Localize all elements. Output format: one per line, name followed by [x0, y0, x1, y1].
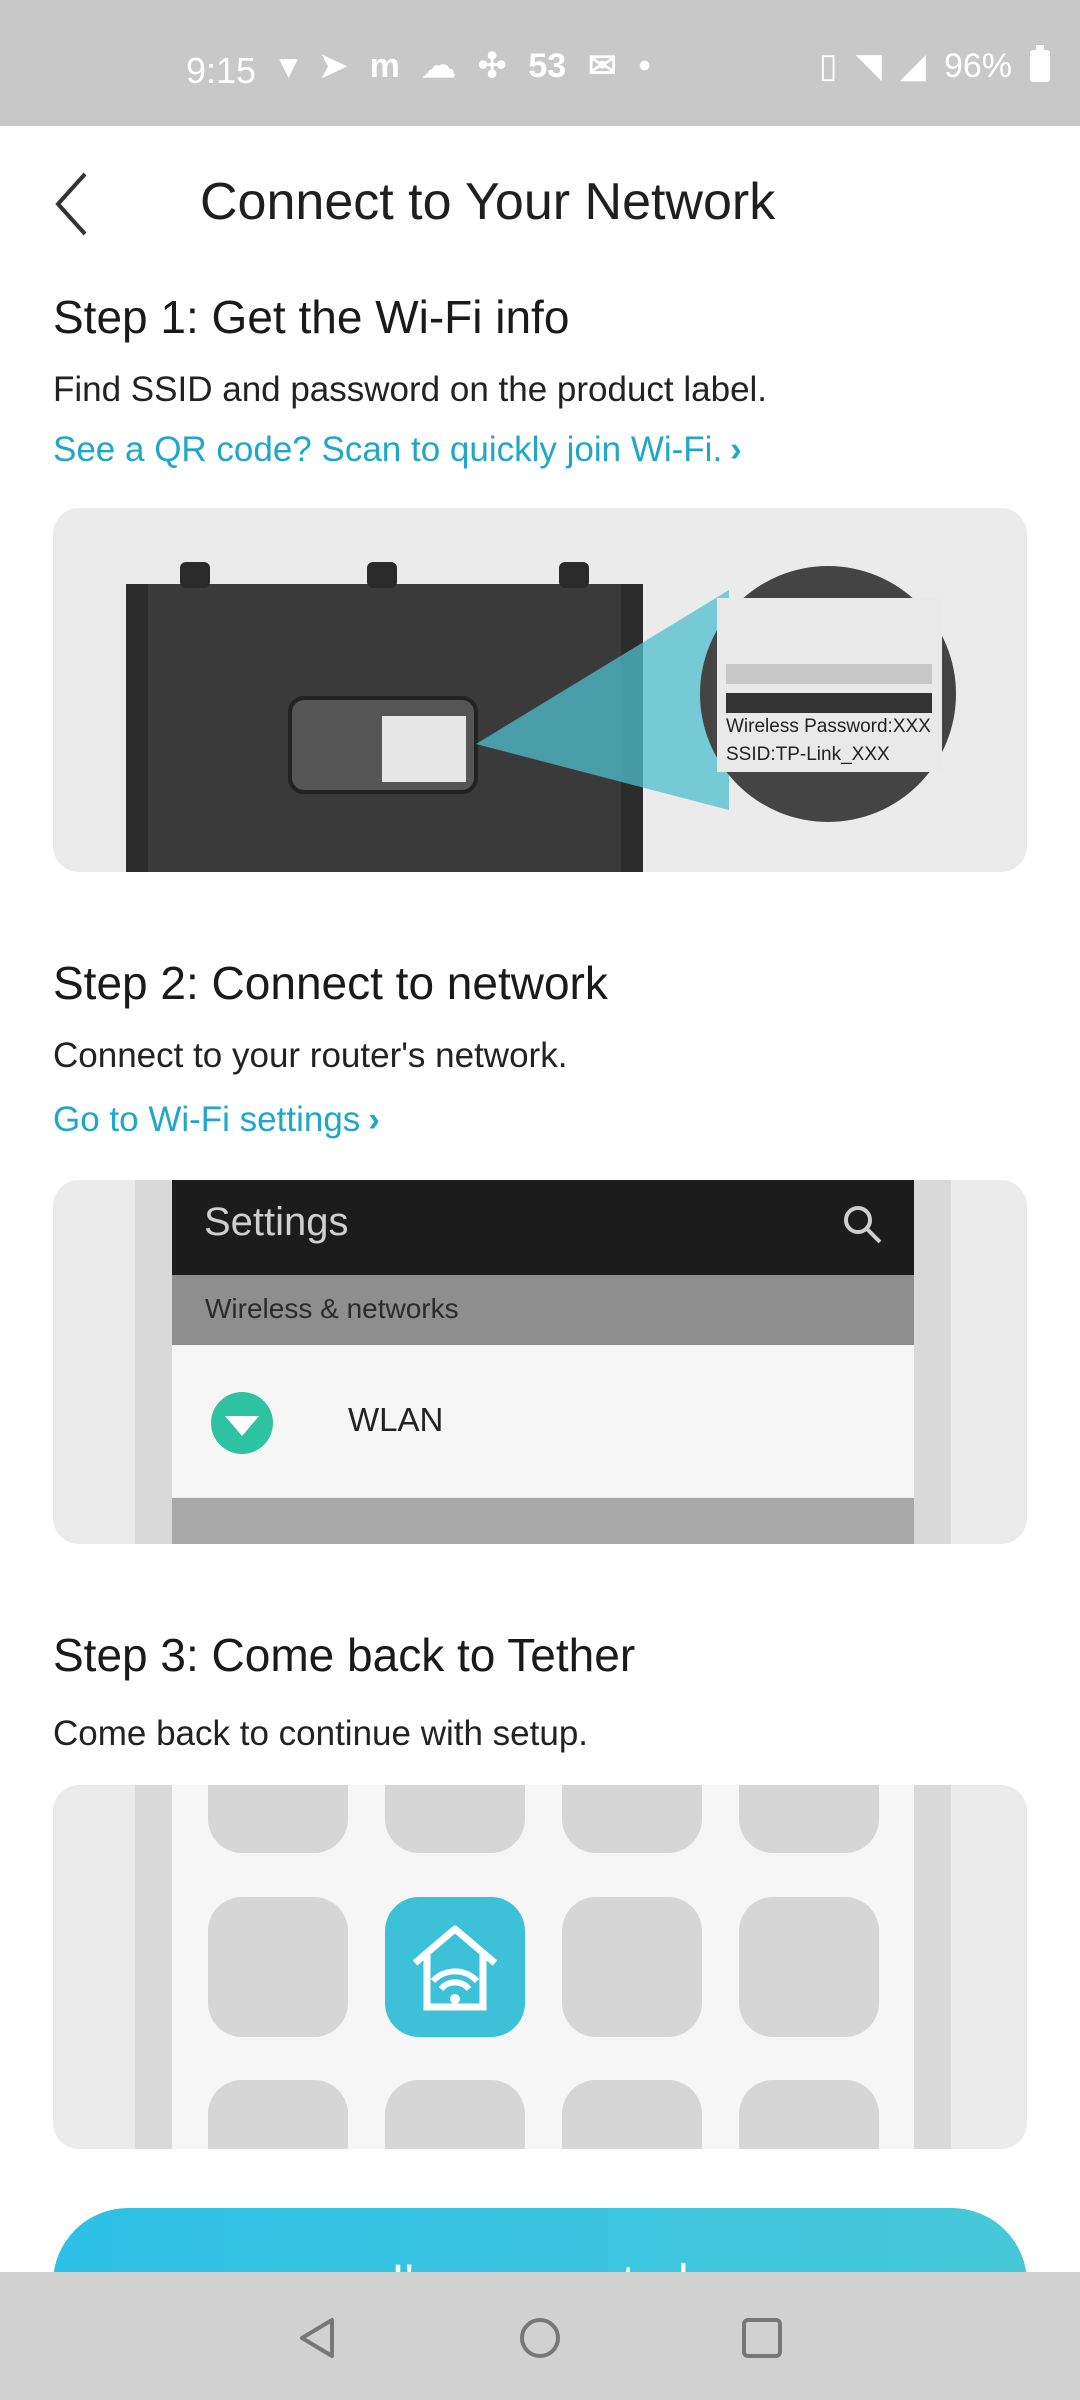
step-1-title: Step 1: Get the Wi-Fi info	[53, 291, 570, 343]
phone-frame-right	[914, 1785, 951, 2149]
app-tile	[208, 1897, 348, 2037]
app-tile	[562, 1897, 702, 2037]
app-tile	[562, 1785, 702, 1853]
wifi-icon	[211, 1392, 273, 1454]
status-bar: 9:15 ▾ ➤ m ☁ ✣ 53 ✉ • ▯ ◥ ◢ 96%	[0, 0, 1080, 126]
battery-icon	[1030, 45, 1050, 82]
app-tile	[385, 1785, 525, 1853]
wlan-row: WLAN	[172, 1345, 914, 1497]
status-time: 9:15	[186, 50, 257, 91]
settings-title: Settings	[204, 1200, 349, 1244]
wifi-settings-link-label: Go to Wi-Fi settings	[53, 1100, 361, 1139]
settings-header: Settings	[172, 1180, 914, 1275]
m-app-icon: m	[369, 46, 400, 85]
nav-home-icon[interactable]	[514, 2312, 566, 2364]
scan-qr-link[interactable]: See a QR code? Scan to quickly join Wi-F…	[53, 430, 742, 470]
label-ssid: SSID:TP-Link_XXX	[726, 744, 890, 765]
app-tile	[739, 2080, 879, 2149]
app-tile	[208, 2080, 348, 2149]
wifi-icon: ◥	[855, 47, 882, 85]
chevron-right-icon: ›	[368, 1100, 380, 1139]
router-illustration	[126, 562, 956, 872]
home-screen-illustration	[53, 1785, 1027, 2149]
tether-app-tile	[385, 1897, 525, 2037]
step-3-description: Come back to continue with setup.	[53, 1714, 589, 1753]
app-tile	[739, 1785, 879, 1853]
step-2-title: Step 2: Connect to network	[53, 957, 608, 1009]
system-navigation-bar	[0, 2272, 1080, 2400]
nav-back-icon[interactable]	[292, 2312, 344, 2364]
app-tile	[208, 1785, 348, 1853]
search-icon	[844, 1206, 882, 1244]
gmail-icon: ✉	[588, 47, 617, 85]
scan-qr-link-label: See a QR code? Scan to quickly join Wi-F…	[53, 430, 723, 469]
chevron-left-icon	[55, 172, 87, 236]
page-title: Connect to Your Network	[200, 173, 776, 231]
dot-icon: •	[638, 46, 651, 85]
signal-icon: ◢	[899, 47, 926, 85]
step-2-description: Connect to your router's network.	[53, 1036, 568, 1075]
vibrate-icon: ▯	[818, 47, 838, 85]
app-tile	[385, 2080, 525, 2149]
nav-recents-icon[interactable]	[736, 2312, 788, 2364]
phone-frame-left	[135, 1785, 172, 2149]
fan-icon: ✣	[477, 47, 507, 85]
cloud-icon: ☁	[421, 47, 456, 85]
telegram-icon: ➤	[319, 47, 348, 85]
phone-frame-right	[914, 1180, 951, 1544]
label-password: Wireless Password:XXX	[726, 716, 931, 737]
router-label-illustration: Wireless Password:XXX SSID:TP-Link_XXX	[53, 508, 1027, 872]
back-button[interactable]	[40, 164, 110, 244]
app-tile	[739, 1897, 879, 2037]
settings-illustration: Settings Wireless & networks WLAN	[53, 1180, 1027, 1544]
battery-percent: 96%	[943, 46, 1012, 85]
tether-house-icon	[412, 1925, 498, 2011]
notification-count: 53	[528, 46, 567, 85]
settings-section-label: Wireless & networks	[205, 1293, 459, 1324]
app-bar: Connect to Your Network	[0, 126, 1080, 276]
step-1-description: Find SSID and password on the product la…	[53, 370, 768, 409]
notification-icons: ▾ ➤ m ☁ ✣ 53 ✉ •	[280, 46, 651, 86]
step-3-title: Step 3: Come back to Tether	[53, 1629, 636, 1681]
chevron-right-icon: ›	[730, 430, 742, 469]
wifi-settings-link[interactable]: Go to Wi-Fi settings ›	[53, 1100, 380, 1140]
phone-frame-left	[135, 1180, 172, 1544]
system-icons: ▯ ◥ ◢ 96%	[818, 45, 1050, 86]
wlan-label: WLAN	[348, 1401, 444, 1438]
app-tile	[562, 2080, 702, 2149]
wifi-question-icon: ▾	[280, 47, 298, 85]
settings-section: Wireless & networks	[172, 1275, 914, 1345]
settings-footer	[172, 1498, 914, 1544]
